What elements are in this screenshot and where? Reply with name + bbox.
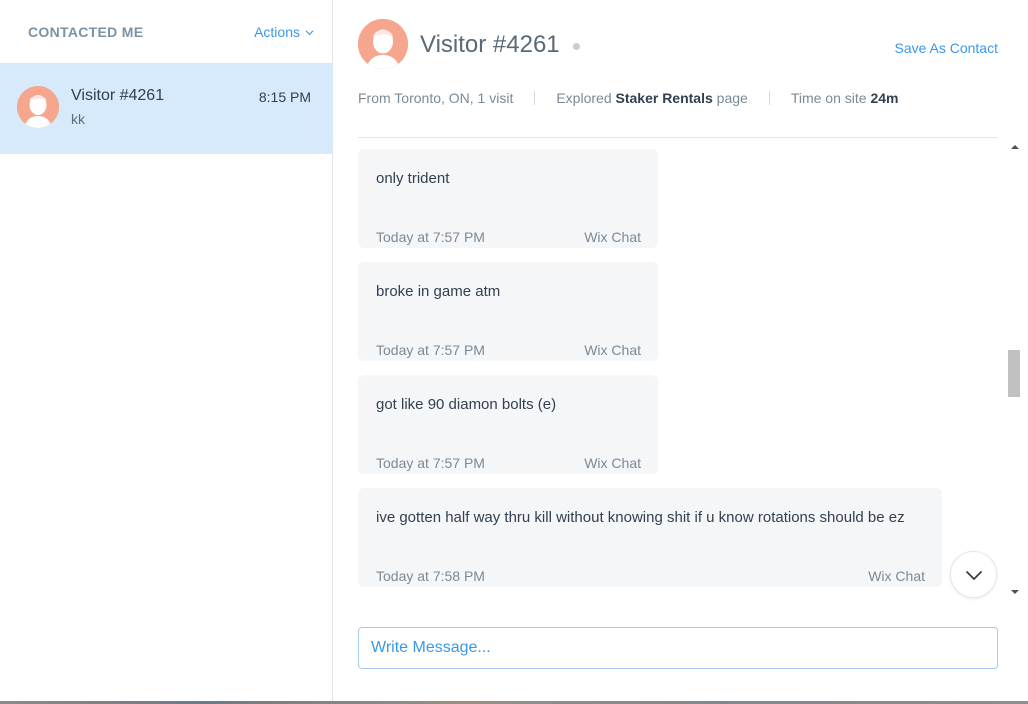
message-scrollbar[interactable] [1006, 139, 1023, 600]
message-text: got like 90 diamon bolts (e) [376, 396, 557, 413]
time-on-site-label: Time on site [790, 90, 867, 106]
message-bubble: broke in game atm Today at 7:57 PM Wix C… [358, 262, 658, 361]
sidebar-title: CONTACTED ME [28, 24, 144, 40]
message-source: Wix Chat [868, 568, 925, 584]
conversation-item[interactable]: Visitor #4261 8:15 PM kk [0, 64, 333, 154]
conversation-time: 8:15 PM [258, 89, 311, 105]
chat-app: CONTACTED ME Actions Visitor #4261 8:15 … [0, 0, 1028, 704]
triangle-down-icon [1010, 590, 1019, 594]
visitor-location: From Toronto, ON, 1 visit [358, 90, 514, 106]
scroll-down-arrow[interactable] [1006, 584, 1023, 600]
message-text: broke in game atm [376, 283, 501, 300]
message-source: Wix Chat [584, 455, 641, 471]
message-time: Today at 7:57 PM [376, 342, 485, 358]
divider [534, 91, 536, 105]
user-avatar-icon [358, 19, 408, 69]
explored-prefix: Explored [556, 90, 612, 106]
conversation-preview: kk [71, 111, 85, 127]
explored-page: Staker Rentals [615, 90, 713, 106]
scroll-thumb[interactable] [1008, 350, 1020, 397]
actions-dropdown[interactable]: Actions [254, 24, 314, 40]
message-time: Today at 7:57 PM [376, 229, 485, 245]
message-time: Today at 7:57 PM [376, 455, 485, 471]
actions-label: Actions [254, 24, 300, 40]
message-bubble: ive gotten half way thru kill without kn… [358, 488, 942, 587]
message-source: Wix Chat [584, 229, 641, 245]
message-bubble: only trident Today at 7:57 PM Wix Chat [358, 149, 658, 248]
triangle-up-icon [1010, 145, 1019, 149]
scroll-to-bottom-button[interactable] [950, 551, 997, 598]
sidebar-header: CONTACTED ME Actions [0, 0, 332, 64]
write-message-input[interactable] [358, 627, 998, 669]
scroll-up-arrow[interactable] [1006, 139, 1023, 155]
chevron-down-icon [305, 29, 314, 35]
time-on-site-value: 24m [870, 90, 899, 106]
divider [768, 91, 770, 105]
explored-suffix: page [716, 90, 748, 106]
visitor-name-text: Visitor #4261 [420, 31, 560, 58]
visitor-name: Visitor #4261 [420, 31, 580, 59]
status-dot [572, 42, 580, 50]
conversation-sidebar: CONTACTED ME Actions Visitor #4261 8:15 … [0, 0, 333, 704]
conversation-name: Visitor #4261 [71, 87, 165, 104]
message-source: Wix Chat [584, 342, 641, 358]
message-text: ive gotten half way thru kill without kn… [376, 509, 905, 526]
chevron-down-icon [965, 570, 982, 580]
message-text: only trident [376, 170, 450, 187]
save-as-contact-link[interactable]: Save As Contact [894, 40, 998, 56]
message-time: Today at 7:58 PM [376, 568, 485, 584]
message-list: only trident Today at 7:57 PM Wix Chat b… [334, 138, 1006, 595]
message-bubble: got like 90 diamon bolts (e) Today at 7:… [358, 375, 658, 474]
visitor-info-row: From Toronto, ON, 1 visit Explored Stake… [358, 90, 898, 106]
chat-panel: Visitor #4261 Save As Contact From Toron… [334, 0, 1028, 704]
user-avatar-icon [17, 86, 59, 128]
